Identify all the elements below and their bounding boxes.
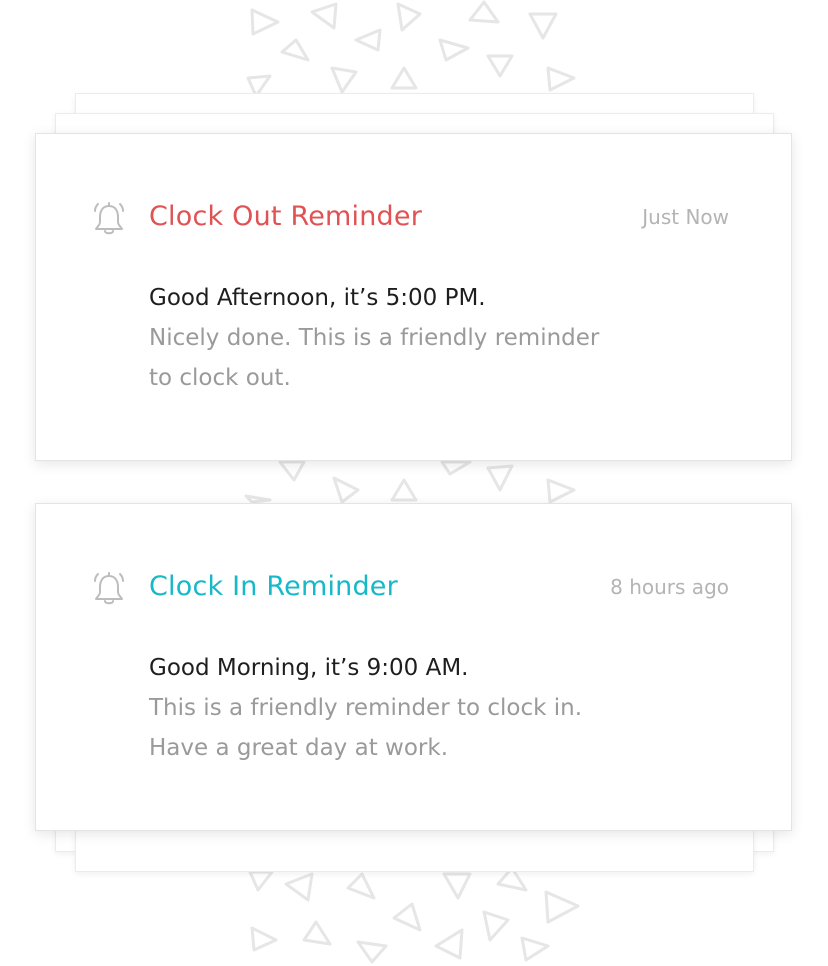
bell-icon bbox=[94, 572, 124, 605]
stack-layer-bottom-back bbox=[75, 830, 754, 872]
notification-message-line-2: to clock out. bbox=[149, 365, 291, 391]
bell-icon bbox=[94, 202, 124, 235]
notification-title: Clock Out Reminder bbox=[149, 201, 422, 232]
notification-message-line-1: Nicely done. This is a friendly reminder bbox=[149, 325, 600, 351]
notification-body: Good Afternoon, it’s 5:00 PM. Nicely don… bbox=[149, 278, 709, 398]
notification-card-clock-out[interactable]: Clock Out Reminder Just Now Good Afterno… bbox=[35, 133, 792, 461]
notification-message-line-1: This is a friendly reminder to clock in. bbox=[149, 695, 583, 721]
notification-timestamp: Just Now bbox=[642, 205, 729, 229]
notification-greeting: Good Morning, it’s 9:00 AM. bbox=[149, 655, 469, 681]
notification-body: Good Morning, it’s 9:00 AM. This is a fr… bbox=[149, 648, 709, 768]
notification-title: Clock In Reminder bbox=[149, 571, 398, 602]
notification-timestamp: 8 hours ago bbox=[610, 575, 729, 599]
notification-greeting: Good Afternoon, it’s 5:00 PM. bbox=[149, 285, 486, 311]
notification-card-clock-in[interactable]: Clock In Reminder 8 hours ago Good Morni… bbox=[35, 503, 792, 831]
notification-message-line-2: Have a great day at work. bbox=[149, 735, 448, 761]
